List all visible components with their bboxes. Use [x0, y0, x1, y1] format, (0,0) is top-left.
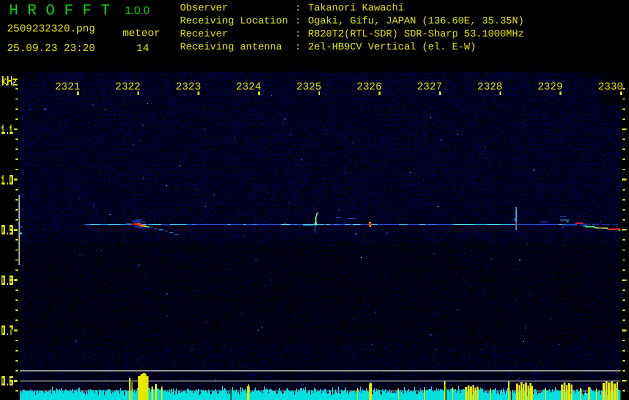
svg-text:Receiving Location: Receiving Location: [180, 16, 288, 28]
svg-text:Takanori Kawachi: Takanori Kawachi: [308, 3, 404, 15]
svg-text:2329: 2329: [538, 81, 563, 93]
svg-text:meteor: meteor: [123, 28, 161, 40]
svg-text:2328: 2328: [477, 81, 502, 93]
svg-text:2327: 2327: [417, 81, 442, 93]
svg-text:Ogaki, Gifu, JAPAN (136.60E, 3: Ogaki, Gifu, JAPAN (136.60E, 35.35N): [308, 16, 524, 28]
svg-text:Receiving antenna: Receiving antenna: [180, 42, 282, 54]
svg-text:2321: 2321: [55, 81, 80, 93]
svg-text:2509232320.png: 2509232320.png: [7, 24, 95, 36]
svg-text:H R O F F T: H R O F F T: [9, 2, 110, 20]
svg-text::: :: [295, 43, 301, 54]
svg-text:2326: 2326: [357, 81, 382, 93]
svg-text:25.09.23 23:20: 25.09.23 23:20: [7, 43, 95, 55]
svg-text:Observer: Observer: [180, 3, 228, 15]
svg-text:14: 14: [137, 43, 150, 55]
svg-text::: :: [295, 30, 301, 41]
svg-text:2325: 2325: [296, 81, 321, 93]
svg-text:2324: 2324: [236, 81, 261, 93]
svg-text:1.0.0: 1.0.0: [125, 5, 149, 17]
svg-text::: :: [295, 4, 301, 15]
svg-text::: :: [295, 17, 301, 28]
svg-text:2323: 2323: [176, 81, 201, 93]
svg-text:2322: 2322: [115, 81, 140, 93]
svg-text:2330: 2330: [598, 81, 623, 93]
svg-text:2el-HB9CV Vertical (el. E-W): 2el-HB9CV Vertical (el. E-W): [308, 42, 476, 54]
svg-text:R820T2(RTL-SDR) SDR-Sharp 53.1: R820T2(RTL-SDR) SDR-Sharp 53.1000MHz: [308, 29, 524, 41]
svg-text:Receiver: Receiver: [180, 29, 228, 41]
